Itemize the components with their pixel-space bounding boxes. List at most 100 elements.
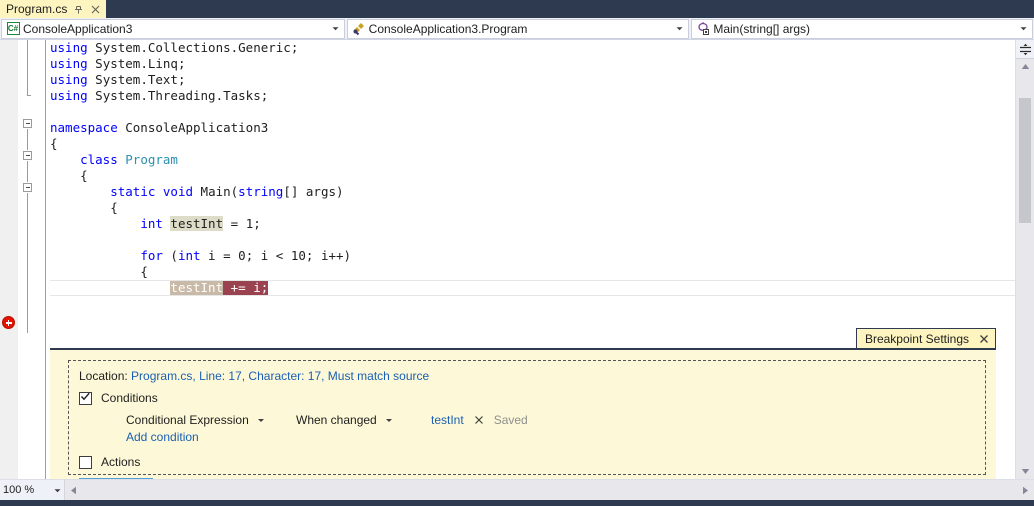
code-token: using [50, 72, 88, 87]
code-token: System.Linq; [87, 56, 186, 71]
triangle-down-icon [1021, 469, 1029, 474]
chevron-down-icon[interactable] [673, 24, 686, 33]
breakpoint-settings-title-tab[interactable]: Breakpoint Settings [855, 328, 996, 348]
breakpoint-settings-panel: Location: Program.cs, Line: 17, Characte… [50, 348, 996, 479]
method-member-icon [695, 21, 711, 37]
outlining-margin[interactable] [18, 40, 42, 479]
code-token: using [50, 40, 88, 55]
member-dropdown-value: Main(string[] args) [713, 21, 811, 36]
code-token: System.Collections.Generic; [87, 40, 299, 55]
code-token: ( [162, 248, 178, 263]
code-token: class [80, 152, 118, 167]
scroll-left-button[interactable] [65, 486, 82, 495]
code-line: using System.Text; [50, 72, 1015, 88]
conditions-checkbox-row[interactable]: Conditions [79, 391, 975, 405]
document-tab-program-cs[interactable]: Program.cs [0, 0, 107, 18]
chevron-down-icon[interactable] [257, 416, 265, 424]
conditions-checkbox[interactable] [79, 391, 92, 405]
code-token: = [223, 216, 246, 231]
add-condition-link[interactable]: Add condition [126, 430, 199, 444]
outline-collapse-namespace[interactable] [23, 119, 32, 128]
scroll-right-button[interactable] [1017, 486, 1034, 495]
condition-mode-value: When changed [296, 413, 377, 427]
code-token: 0 [238, 248, 246, 263]
code-line: static void Main(string[] args) [50, 184, 1015, 200]
close-icon[interactable] [474, 415, 484, 425]
location-row: Location: Program.cs, Line: 17, Characte… [79, 369, 975, 383]
location-link[interactable]: Program.cs, Line: 17, Character: 17, Mus… [131, 369, 429, 383]
code-token: namespace [50, 120, 118, 135]
code-editor[interactable]: using System.Collections.Generic; using S… [0, 40, 1015, 479]
chevron-down-icon[interactable] [329, 24, 342, 33]
breakpoint-settings-content: Location: Program.cs, Line: 17, Characte… [68, 360, 986, 479]
code-token: static [110, 184, 156, 199]
code-token: [] args) [283, 184, 344, 199]
triangle-right-icon [1023, 486, 1028, 494]
split-view-icon[interactable] [1016, 40, 1034, 59]
code-token: testInt [170, 216, 224, 231]
chevron-down-icon[interactable] [385, 416, 393, 424]
condition-type-dropdown[interactable]: Conditional Expression [126, 413, 296, 427]
code-token: int [177, 248, 201, 263]
code-line: { [50, 264, 1015, 280]
outline-bracket [27, 40, 28, 95]
code-line: using System.Collections.Generic; [50, 40, 1015, 56]
close-icon[interactable] [90, 4, 101, 15]
condition-expression-field[interactable]: testInt [431, 413, 464, 427]
code-token: { [110, 200, 118, 215]
type-dropdown-value: ConsoleApplication3.Program [368, 21, 528, 36]
vertical-scrollbar[interactable] [1015, 40, 1034, 479]
condition-mode-dropdown[interactable]: When changed [296, 413, 431, 427]
chevron-down-icon[interactable] [1017, 24, 1030, 33]
code-token: System.Text; [87, 72, 186, 87]
horizontal-scrollbar[interactable] [64, 480, 1034, 500]
zoom-level-control[interactable]: 100 % [0, 480, 50, 500]
triangle-left-icon [71, 486, 76, 494]
document-tab-label: Program.cs [6, 2, 68, 16]
pin-icon[interactable] [73, 4, 84, 15]
code-token: { [140, 264, 148, 279]
code-token: 10 [290, 248, 306, 263]
margin-separator [45, 40, 46, 479]
condition-row: Conditional Expression When changed test… [126, 413, 975, 427]
outline-bracket [27, 193, 28, 333]
vertical-scrollbar-thumb[interactable] [1019, 98, 1031, 223]
code-token: using [50, 88, 88, 103]
outline-bracket [27, 129, 28, 150]
code-line: using System.Threading.Tasks; [50, 88, 1015, 104]
zoom-level-value: 100 % [3, 484, 35, 496]
triangle-up-icon [1021, 64, 1029, 69]
chevron-down-icon[interactable] [50, 480, 64, 500]
conditions-label: Conditions [101, 391, 158, 405]
conditional-breakpoint-icon[interactable] [2, 316, 15, 329]
code-token: for [140, 248, 163, 263]
code-line: using System.Linq; [50, 56, 1015, 72]
visual-studio-window: Program.cs C# ConsoleApplication3 Consol… [0, 0, 1034, 506]
breakpoint-margin[interactable] [0, 40, 18, 479]
condition-status-text: Saved [493, 413, 528, 427]
outline-collapse-class[interactable] [23, 151, 32, 160]
close-icon[interactable] [979, 334, 989, 344]
code-line: for (int i = 0; i < 10; i++) [50, 248, 1015, 264]
type-dropdown[interactable]: ConsoleApplication3.Program [346, 18, 690, 39]
project-dropdown-value: ConsoleApplication3 [23, 21, 133, 36]
outline-bracket [27, 161, 28, 182]
navigation-bar: C# ConsoleApplication3 ConsoleApplicatio… [0, 18, 1034, 40]
actions-checkbox[interactable] [79, 455, 92, 469]
member-dropdown[interactable]: Main(string[] args) [691, 18, 1034, 39]
code-token: string [238, 184, 284, 199]
checkmark-icon [80, 391, 91, 405]
code-line: namespace ConsoleApplication3 [50, 120, 1015, 136]
close-button[interactable]: Close [79, 478, 153, 479]
code-line: { [50, 136, 1015, 152]
code-token: using [50, 56, 88, 71]
outline-collapse-method[interactable] [23, 183, 32, 192]
scroll-up-button[interactable] [1016, 59, 1034, 74]
actions-checkbox-row[interactable]: Actions [79, 455, 975, 469]
code-line: class Program [50, 152, 1015, 168]
scroll-down-button[interactable] [1016, 464, 1034, 479]
project-dropdown[interactable]: C# ConsoleApplication3 [1, 18, 345, 39]
